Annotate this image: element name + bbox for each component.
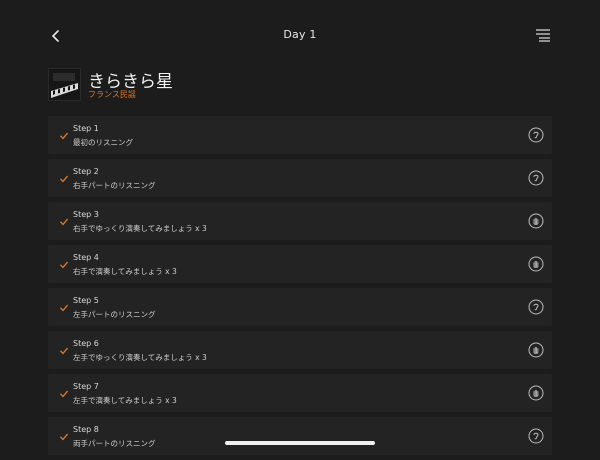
ear-icon[interactable]	[528, 170, 544, 186]
checkmark-icon	[60, 175, 68, 183]
step-row[interactable]: Step 8 両手パートのリスニング	[48, 417, 552, 455]
checkmark-icon	[60, 132, 68, 140]
ear-icon[interactable]	[528, 428, 544, 444]
step-description: 右手パートのリスニング	[73, 181, 156, 190]
step-row[interactable]: Step 7 左手で演奏してみましょう x 3	[48, 374, 552, 412]
step-description: 右手でゆっくり演奏してみましょう x 3	[73, 224, 207, 233]
ear-icon[interactable]	[528, 127, 544, 143]
step-row[interactable]: Step 5 左手パートのリスニング	[48, 288, 552, 326]
step-row[interactable]: Step 6 左手でゆっくり演奏してみましょう x 3	[48, 331, 552, 369]
step-description: 両手パートのリスニング	[73, 439, 156, 448]
checkmark-icon	[60, 347, 68, 355]
step-title: Step 5	[73, 296, 99, 305]
step-title: Step 3	[73, 210, 99, 219]
menu-button[interactable]	[534, 27, 552, 43]
step-row[interactable]: Step 4 右手で演奏してみましょう x 3	[48, 245, 552, 283]
hand-icon[interactable]	[528, 385, 544, 401]
step-title: Step 8	[73, 425, 99, 434]
step-title: Step 6	[73, 339, 99, 348]
song-subtitle: フランス民謡	[88, 90, 136, 99]
ear-icon[interactable]	[528, 299, 544, 315]
hand-icon[interactable]	[528, 213, 544, 229]
step-title: Step 7	[73, 382, 99, 391]
menu-icon	[536, 29, 550, 42]
step-row[interactable]: Step 2 右手パートのリスニング	[48, 159, 552, 197]
checkmark-icon	[60, 218, 68, 226]
step-title: Step 1	[73, 124, 99, 133]
step-list: Step 1 最初のリスニング Step 2 右手パートのリスニング Step 3 右手で…	[48, 116, 552, 460]
hand-icon[interactable]	[528, 256, 544, 272]
step-description: 右手で演奏してみましょう x 3	[73, 267, 177, 276]
step-row[interactable]: Step 3 右手でゆっくり演奏してみましょう x 3	[48, 202, 552, 240]
checkmark-icon	[60, 261, 68, 269]
step-description: 左手でゆっくり演奏してみましょう x 3	[73, 353, 207, 362]
hand-icon[interactable]	[528, 342, 544, 358]
step-description: 左手で演奏してみましょう x 3	[73, 396, 177, 405]
top-bar: Day 1	[0, 0, 600, 64]
step-description: 最初のリスニング	[73, 138, 133, 147]
page-title: Day 1	[283, 28, 317, 41]
song-thumbnail	[48, 68, 81, 101]
step-description: 左手パートのリスニング	[73, 310, 156, 319]
checkmark-icon	[60, 433, 68, 441]
song-header: きらきら星 フランス民謡	[48, 68, 552, 102]
home-indicator[interactable]	[225, 441, 375, 445]
step-title: Step 2	[73, 167, 99, 176]
step-row[interactable]: Step 1 最初のリスニング	[48, 116, 552, 154]
checkmark-icon	[60, 390, 68, 398]
piano-thumbnail-image	[49, 69, 80, 100]
checkmark-icon	[60, 304, 68, 312]
step-title: Step 4	[73, 253, 99, 262]
